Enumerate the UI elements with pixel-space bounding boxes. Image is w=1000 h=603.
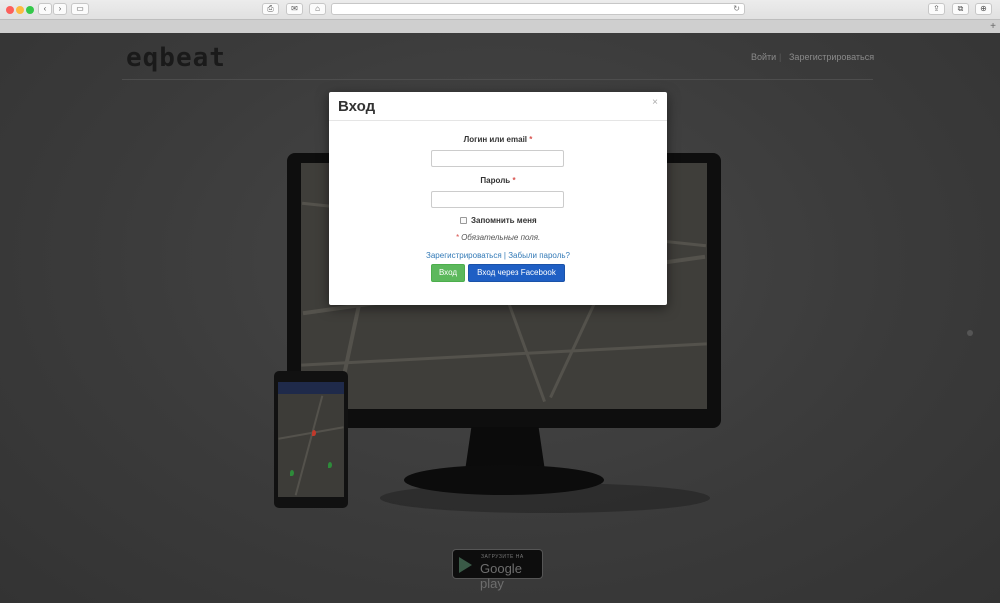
back-icon[interactable]: ‹ [38,3,52,15]
monitor-base [404,465,604,495]
forward-icon[interactable]: › [53,3,67,15]
forgot-password-link[interactable]: Забыли пароль? [508,251,570,260]
close-icon[interactable]: × [652,97,658,108]
print-icon[interactable]: ⎙ [262,3,279,15]
carousel-dot[interactable] [967,330,973,336]
minimize-window-button[interactable] [16,6,24,14]
sidebar-icon[interactable]: ▭ [71,3,89,15]
required-note: * Обязательные поля. [329,233,667,242]
badge-big-text: Google play [480,561,522,591]
login-label-text: Логин или email [463,135,528,144]
required-mark: * [455,233,459,242]
google-play-badge[interactable]: ЗАГРУЗИТЕ НА Google play [452,549,543,591]
remember-checkbox[interactable] [460,217,467,224]
tab-strip: + [0,19,1000,33]
required-mark: * [512,176,516,185]
modal-header: Вход × [329,92,667,121]
downloads-icon[interactable]: ⊕ [975,3,992,15]
nav-register-link[interactable]: Зарегистрироваться [789,52,874,62]
modal-links: Зарегистрироваться | Забыли пароль? [329,251,667,260]
login-input[interactable] [431,150,564,167]
close-window-button[interactable] [6,6,14,14]
phone-illustration [274,371,348,508]
login-label: Логин или email * [329,135,667,144]
share-icon[interactable]: ⇪ [928,3,945,15]
required-mark: * [529,135,533,144]
zoom-window-button[interactable] [26,6,34,14]
password-label-text: Пароль [480,176,511,185]
login-modal: Вход × Логин или email * Пароль * Запомн… [329,92,667,305]
register-link[interactable]: Зарегистрироваться [426,251,502,260]
phone-app-bar [278,382,344,394]
new-tab-icon[interactable]: + [990,20,996,33]
login-button[interactable]: Вход [431,264,465,282]
map-pin-icon [328,462,332,468]
modal-title: Вход [338,98,376,115]
badge-small-text: ЗАГРУЗИТЕ НА [481,554,524,560]
home-icon[interactable]: ⌂ [309,3,326,15]
address-bar[interactable]: ↻ [331,3,745,15]
phone-map-screen [278,382,344,497]
header-divider [122,79,873,80]
reload-icon[interactable]: ↻ [733,4,740,14]
mail-icon[interactable]: ✉ [286,3,303,15]
tabs-overview-icon[interactable]: ⧉ [952,3,969,15]
remember-label: Запомнить меня [471,216,537,225]
facebook-login-button[interactable]: Вход через Facebook [468,264,565,282]
nav-separator: | [779,52,782,62]
nav-login-link[interactable]: Войти [751,52,776,62]
link-separator: | [503,251,506,260]
remember-me[interactable]: Запомнить меня [460,216,537,225]
password-input[interactable] [431,191,564,208]
site-logo[interactable]: eqbeat [126,43,226,73]
required-note-text: Обязательные поля. [461,233,541,242]
map-pin-icon [290,470,294,476]
password-label: Пароль * [329,176,667,185]
browser-toolbar: ‹ › ▭ ⎙ ✉ ⌂ ↻ ⇪ ⧉ ⊕ + [0,0,1000,33]
map-pin-icon [312,430,316,436]
play-store-icon [459,557,472,573]
